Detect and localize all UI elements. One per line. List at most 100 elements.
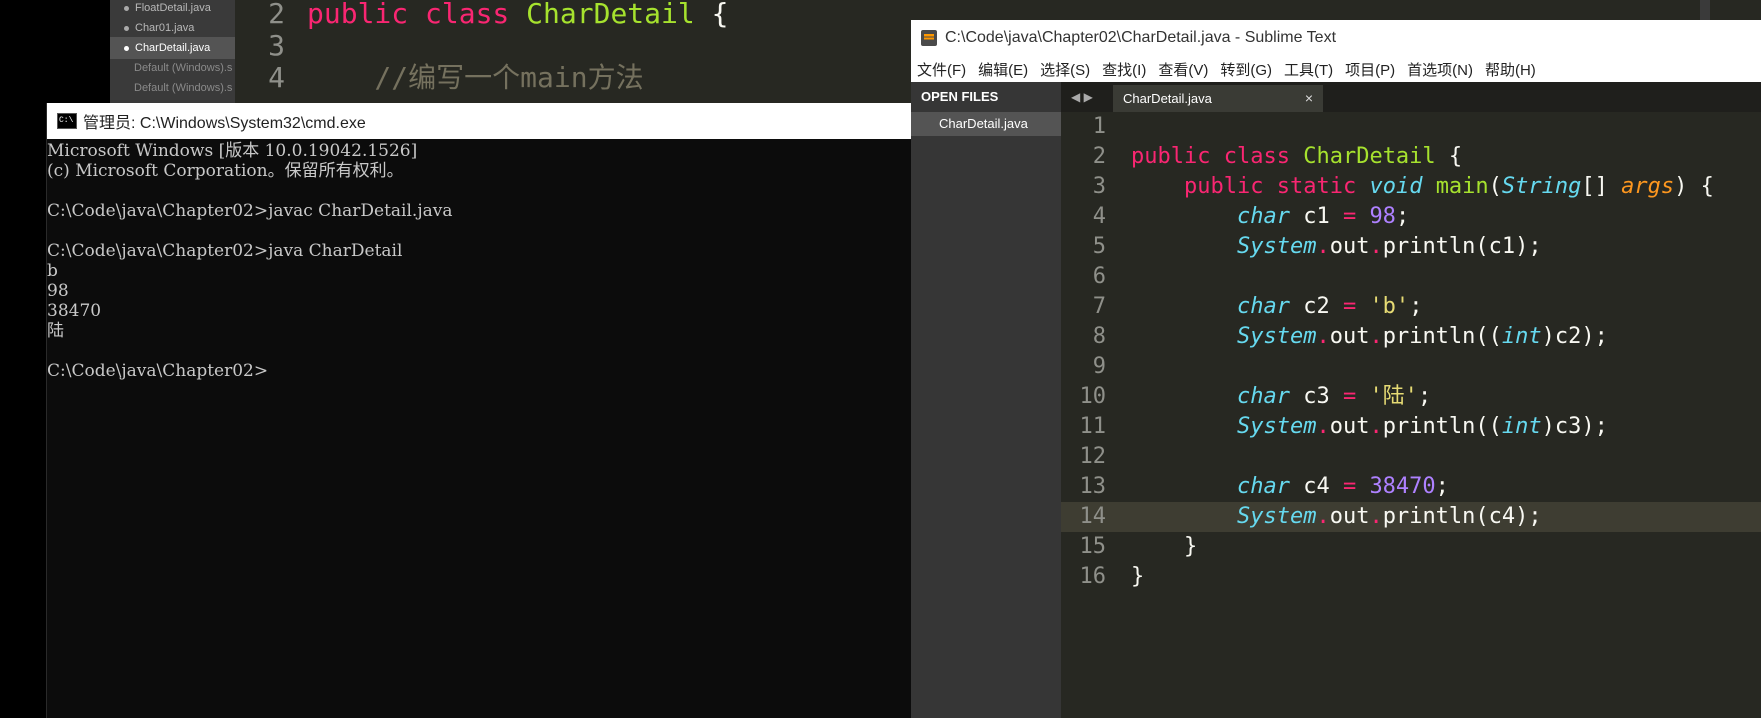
cmd-titlebar[interactable]: 管理员: C:\Windows\System32\cmd.exe bbox=[47, 103, 913, 139]
code-line: 1 bbox=[1061, 112, 1761, 142]
menu-item[interactable]: 选择(S) bbox=[1034, 59, 1096, 80]
sidebar-item-chardetail[interactable]: CharDetail.java bbox=[911, 112, 1061, 136]
background-sidebar-file[interactable]: Char01.java bbox=[110, 17, 235, 39]
file-dot-icon bbox=[124, 45, 129, 51]
line-number: 15 bbox=[1079, 534, 1107, 559]
menu-item[interactable]: 编辑(E) bbox=[972, 59, 1034, 80]
background-sidebar-file[interactable]: Default (Windows).s bbox=[110, 57, 235, 79]
line-number: 12 bbox=[1079, 444, 1107, 469]
file-label: FloatDetail.java bbox=[135, 2, 211, 14]
code-line: 4 char c1 = 98; bbox=[1061, 202, 1761, 232]
cmd-line: Microsoft Windows [版本 10.0.19042.1526] bbox=[47, 141, 418, 161]
code-text: char c4 = 38470; bbox=[1236, 474, 1449, 499]
menu-item[interactable]: 首选项(N) bbox=[1401, 59, 1479, 80]
file-label: Char01.java bbox=[135, 22, 195, 34]
code-line: 16} bbox=[1061, 562, 1761, 592]
line-number: 2 bbox=[1092, 144, 1106, 169]
code-line: 3 public static void main(String[] args)… bbox=[1061, 172, 1761, 202]
menu-bar: 文件(F) 编辑(E) 选择(S) 查找(I) 查看(V) 转到(G) 工具(T) 项目(P)… bbox=[911, 56, 1761, 83]
line-number: 10 bbox=[1079, 384, 1107, 409]
code-line: 13 char c4 = 38470; bbox=[1061, 472, 1761, 502]
code-line: 2 public class CharDetail { bbox=[1061, 142, 1761, 172]
code-line: 14 System.out.println(c4); bbox=[1061, 502, 1761, 532]
cmd-line: C:\Code\java\Chapter02> bbox=[47, 361, 269, 381]
code-text: public class CharDetail { bbox=[1131, 144, 1463, 169]
background-sidebar-file[interactable]: Default (Windows).s bbox=[110, 77, 235, 99]
tab-nav-arrows[interactable]: ◀ ▶ bbox=[1071, 82, 1093, 112]
line-number: 11 bbox=[1079, 414, 1107, 439]
menu-item[interactable]: 工具(T) bbox=[1278, 59, 1339, 80]
code-text: char c1 = 98; bbox=[1236, 204, 1410, 229]
sublime-logo-icon bbox=[921, 30, 937, 46]
line-number: 3 bbox=[1092, 174, 1106, 199]
line-number: 1 bbox=[1092, 114, 1106, 139]
code-line: 10 char c3 = '陆'; bbox=[1061, 382, 1761, 412]
cmd-line bbox=[47, 181, 913, 201]
code-text: char c2 = 'b'; bbox=[1236, 294, 1423, 319]
line-number: 14 bbox=[1079, 504, 1107, 529]
sublime-title: C:\Code\java\Chapter02\CharDetail.java -… bbox=[945, 29, 1337, 46]
file-label: CharDetail.java bbox=[135, 42, 211, 54]
menu-item[interactable]: 文件(F) bbox=[911, 59, 972, 80]
file-dot-icon bbox=[124, 25, 129, 31]
file-label: Default (Windows).s bbox=[134, 82, 233, 94]
menu-item[interactable]: 查找(I) bbox=[1096, 59, 1152, 80]
line-number: 9 bbox=[1092, 354, 1106, 379]
code-line: 9 bbox=[1061, 352, 1761, 382]
sidebar: OPEN FILES CharDetail.java bbox=[911, 82, 1061, 718]
cmd-line bbox=[47, 221, 913, 241]
code-editor[interactable]: 1 2 public class CharDetail {3 public stat… bbox=[1061, 112, 1761, 718]
open-files-header: OPEN FILES bbox=[921, 89, 999, 104]
tab-chardetail[interactable]: CharDetail.java × bbox=[1113, 85, 1323, 112]
code-line: 5 System.out.println(c1); bbox=[1061, 232, 1761, 262]
code-text: public static void main(String[] args) { bbox=[1183, 174, 1714, 199]
code-line: 11 System.out.println((int)c3); bbox=[1061, 412, 1761, 442]
code-text: System.out.println((int)c2); bbox=[1236, 324, 1608, 349]
code-text: System.out.println((int)c3); bbox=[1236, 414, 1608, 439]
tab-label: CharDetail.java bbox=[1123, 91, 1212, 106]
line-number: 8 bbox=[1092, 324, 1106, 349]
cmd-line: C:\Code\java\Chapter02>java CharDetail bbox=[47, 241, 403, 261]
code-line: 8 System.out.println((int)c2); bbox=[1061, 322, 1761, 352]
line-number: 4 bbox=[1092, 204, 1106, 229]
window-edge bbox=[1700, 0, 1710, 20]
code-text: } bbox=[1131, 534, 1198, 559]
line-number: 6 bbox=[1092, 264, 1106, 289]
background-sidebar-file[interactable]: CharDetail.java bbox=[110, 37, 235, 59]
file-dot-icon bbox=[124, 5, 129, 11]
cmd-line: (c) Microsoft Corporation。保留所有权利。 bbox=[47, 161, 404, 181]
cmd-line: C:\Code\java\Chapter02>javac CharDetail.… bbox=[47, 201, 453, 221]
background-editor-code: 2 public class CharDetail { 3 4 //编写一个mai… bbox=[235, 0, 905, 110]
cmd-title: 管理员: C:\Windows\System32\cmd.exe bbox=[83, 115, 366, 132]
code-line: 2 public class CharDetail { bbox=[268, 0, 729, 30]
code-text: System.out.println(c4); bbox=[1236, 504, 1542, 529]
line-number: 7 bbox=[1092, 294, 1106, 319]
code-line: 6 bbox=[1061, 262, 1761, 292]
code-line: 7 char c2 = 'b'; bbox=[1061, 292, 1761, 322]
cmd-line: 98 bbox=[47, 281, 69, 301]
code-line: 4 //编写一个main方法 bbox=[268, 61, 644, 94]
code-text: } bbox=[1131, 564, 1145, 589]
code-line: 12 bbox=[1061, 442, 1761, 472]
close-icon[interactable]: × bbox=[1305, 85, 1313, 112]
cmd-window[interactable]: 管理员: C:\Windows\System32\cmd.exe Microso… bbox=[46, 103, 913, 718]
sublime-window[interactable]: C:\Code\java\Chapter02\CharDetail.java -… bbox=[911, 20, 1761, 718]
menu-item[interactable]: 查看(V) bbox=[1152, 59, 1214, 80]
menu-item[interactable]: 帮助(H) bbox=[1479, 59, 1542, 80]
line-number: 13 bbox=[1079, 474, 1107, 499]
terminal-icon bbox=[57, 113, 77, 129]
cmd-line: 38470 bbox=[47, 301, 102, 321]
cmd-line bbox=[47, 341, 913, 361]
line-number: 16 bbox=[1079, 564, 1107, 589]
tab-bar: ◀ ▶ CharDetail.java × bbox=[1061, 82, 1761, 112]
file-label: Default (Windows).s bbox=[134, 62, 233, 74]
sublime-titlebar[interactable]: C:\Code\java\Chapter02\CharDetail.java -… bbox=[911, 20, 1761, 56]
code-text: System.out.println(c1); bbox=[1236, 234, 1542, 259]
code-line: 3 bbox=[268, 29, 285, 62]
menu-item[interactable]: 转到(G) bbox=[1214, 59, 1278, 80]
cmd-line: 陆 bbox=[47, 321, 64, 341]
line-number: 5 bbox=[1092, 234, 1106, 259]
menu-item[interactable]: 项目(P) bbox=[1339, 59, 1401, 80]
cmd-output[interactable]: Microsoft Windows [版本 10.0.19042.1526] (c… bbox=[47, 141, 913, 381]
code-text: char c3 = '陆'; bbox=[1236, 384, 1432, 409]
